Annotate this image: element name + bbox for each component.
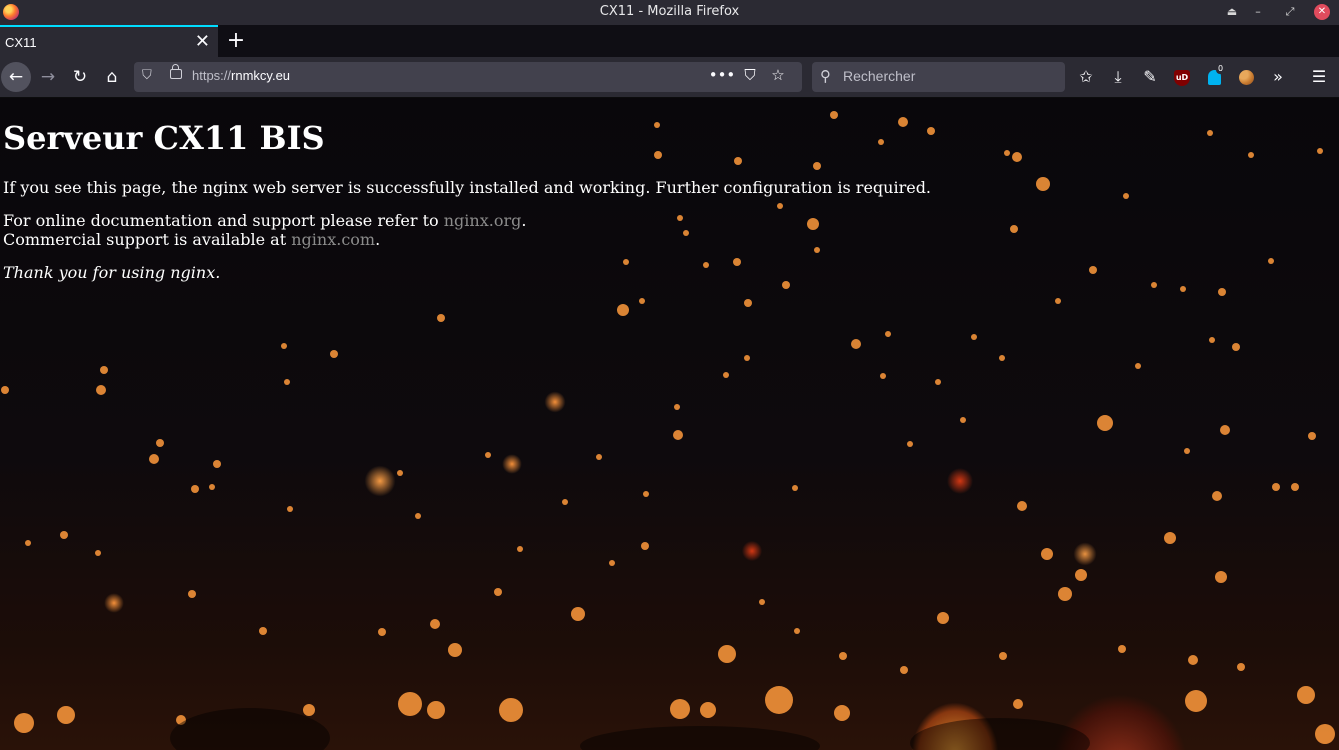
nginx-welcome-content: Serveur CX11 BIS If you see this page, t…: [3, 118, 931, 296]
page-actions-icon[interactable]: •••: [708, 66, 736, 84]
page-viewport: Serveur CX11 BIS If you see this page, t…: [0, 98, 1339, 750]
thanks-paragraph: Thank you for using nginx.: [3, 263, 931, 282]
downloads-icon[interactable]: ⤓: [1104, 63, 1132, 91]
search-placeholder: Rechercher: [843, 68, 916, 84]
bookmark-star-icon[interactable]: ☆: [764, 66, 792, 84]
tab-cx11[interactable]: CX11 ✕: [0, 25, 218, 57]
support-paragraph: For online documentation and support ple…: [3, 211, 931, 249]
window-title: CX11 - Mozilla Firefox: [599, 4, 740, 19]
url-bar[interactable]: ⛉ https://rnmkcy.eu ••• ⛉ ☆: [134, 62, 802, 92]
url-protocol: https://: [192, 68, 232, 83]
minimize-icon[interactable]: –: [1249, 3, 1267, 21]
new-tab-icon[interactable]: +: [226, 27, 246, 55]
feather-extension-icon[interactable]: ✎: [1136, 63, 1164, 91]
search-icon: ⚲: [820, 67, 831, 85]
url-actions: ••• ⛉ ☆: [708, 66, 792, 84]
ublock-label: uD: [1174, 69, 1190, 86]
tab-label: CX11: [5, 35, 37, 50]
commercial-prefix: Commercial support is available at: [3, 230, 292, 249]
thanks-text: Thank you for using nginx.: [3, 263, 221, 282]
doc-suffix: .: [521, 211, 527, 230]
tab-close-icon[interactable]: ✕: [195, 31, 210, 52]
commercial-suffix: .: [375, 230, 381, 249]
nginx-com-link[interactable]: nginx.com: [291, 230, 375, 249]
extension-badge: 0: [1216, 64, 1226, 74]
navigation-toolbar: ← → ↻ ⌂ ⛉ https://rnmkcy.eu ••• ⛉ ☆ ⚲ Rech…: [0, 57, 1339, 98]
pocket-icon[interactable]: ⛉: [736, 66, 764, 84]
window-titlebar: CX11 - Mozilla Firefox ⏏ – ⤢ ✕: [0, 0, 1339, 25]
ublock-origin-icon[interactable]: uD: [1168, 63, 1196, 91]
reload-icon[interactable]: ↻: [66, 63, 94, 91]
doc-prefix: For online documentation and support ple…: [3, 211, 444, 230]
lock-icon[interactable]: [170, 64, 182, 79]
url-host: rnmkcy.eu: [231, 68, 291, 83]
ghostery-icon[interactable]: 0: [1200, 63, 1228, 91]
bookmarks-menu-icon[interactable]: ✩: [1072, 63, 1100, 91]
close-window-icon[interactable]: ✕: [1314, 4, 1330, 20]
back-arrow-icon[interactable]: ←: [1, 62, 31, 92]
maximize-icon[interactable]: ⤢: [1281, 3, 1299, 21]
home-icon[interactable]: ⌂: [98, 63, 126, 91]
intro-text: If you see this page, the nginx web serv…: [3, 178, 932, 197]
overflow-chevron-icon[interactable]: »: [1264, 63, 1292, 91]
hamburger-menu-icon[interactable]: ☰: [1305, 63, 1333, 91]
forward-arrow-icon[interactable]: →: [34, 63, 62, 91]
nginx-org-link[interactable]: nginx.org: [444, 211, 522, 230]
url-text[interactable]: https://rnmkcy.eu: [192, 68, 290, 83]
tab-strip: CX11 ✕ +: [0, 25, 1339, 57]
page-heading: Serveur CX11 BIS: [3, 119, 325, 157]
keep-above-icon[interactable]: ⏏: [1223, 3, 1241, 21]
tracking-shield-icon[interactable]: ⛉: [142, 68, 152, 83]
cookie-extension-icon[interactable]: [1232, 63, 1260, 91]
search-bar[interactable]: ⚲ Rechercher: [812, 62, 1065, 92]
